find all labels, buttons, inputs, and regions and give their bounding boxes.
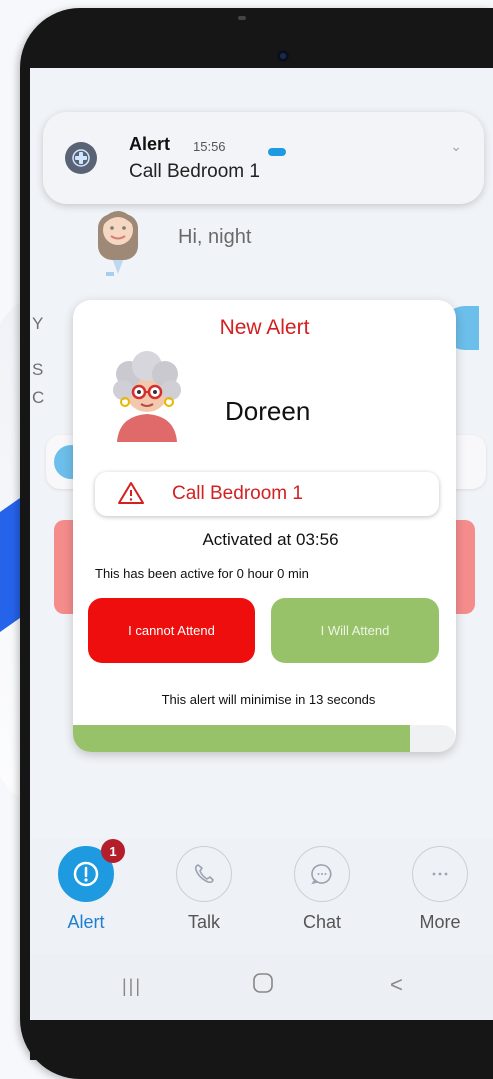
- more-icon: [432, 872, 448, 876]
- chevron-down-icon[interactable]: ⌄: [450, 138, 462, 155]
- phone-bottom-bezel: [30, 1020, 493, 1060]
- bottom-tab-bar: 1 Alert Talk Chat More: [30, 838, 493, 954]
- minimise-countdown-text: This alert will minimise in 13 seconds: [161, 692, 376, 707]
- resident-avatar: [99, 344, 195, 442]
- countdown-progress-bar: [73, 725, 456, 752]
- system-navigation-bar: ||| <: [30, 954, 493, 1020]
- notification-message: Call Bedroom 1: [129, 161, 260, 182]
- tab-talk[interactable]: Talk: [168, 846, 240, 933]
- tab-label-chat: Chat: [302, 912, 342, 932]
- speaker-grille: [238, 16, 246, 20]
- warning-icon: [117, 480, 145, 506]
- notification-indicator: [268, 148, 286, 156]
- call-location-text: Call Bedroom 1: [172, 483, 303, 504]
- resident-name: Doreen: [225, 396, 311, 426]
- tab-label-more: More: [419, 912, 461, 932]
- activated-time: Activated at 03:56: [202, 530, 339, 549]
- front-camera: [277, 50, 289, 62]
- alert-tab-button[interactable]: 1: [58, 839, 125, 902]
- home-circle-icon: [253, 973, 273, 993]
- back-button[interactable]: <: [390, 972, 403, 998]
- alert-count-badge: 1: [101, 839, 125, 863]
- notification-title: Alert: [129, 134, 171, 154]
- tab-chat[interactable]: Chat: [286, 846, 358, 933]
- tab-alert[interactable]: 1 Alert: [50, 839, 125, 933]
- countdown-progress-fill: [73, 725, 411, 752]
- alert-notification[interactable]: Alert 15:56 Call Bedroom 1 ⌄: [43, 112, 484, 204]
- new-alert-dialog: New Alert Doreen Call Bedroom 1 Activate…: [73, 300, 456, 752]
- recents-button[interactable]: |||: [122, 976, 142, 997]
- app-logo-icon: [65, 142, 97, 174]
- more-tab-button[interactable]: [412, 846, 468, 902]
- tab-label-talk: Talk: [187, 912, 220, 932]
- tab-label-alert: Alert: [67, 912, 105, 932]
- phone-icon: [194, 864, 214, 884]
- call-location-card: Call Bedroom 1: [95, 472, 439, 516]
- chat-tab-button[interactable]: [294, 846, 350, 902]
- dialog-title: New Alert: [219, 316, 310, 339]
- chat-icon: [311, 864, 332, 885]
- active-duration: This has been active for 0 hour 0 min: [95, 566, 309, 581]
- tab-more[interactable]: More: [404, 846, 476, 933]
- will-attend-button[interactable]: I Will Attend: [271, 598, 439, 663]
- cannot-attend-button[interactable]: I cannot Attend: [88, 598, 255, 663]
- page: Hi, night Y S C Alert 15:56 Call Bedroom…: [0, 0, 493, 1079]
- phone-screen: Hi, night Y S C Alert 15:56 Call Bedroom…: [30, 68, 493, 1020]
- home-button[interactable]: [252, 972, 274, 1000]
- notification-time: 15:56: [193, 139, 226, 154]
- alert-icon: [73, 861, 99, 887]
- talk-tab-button[interactable]: [176, 846, 232, 902]
